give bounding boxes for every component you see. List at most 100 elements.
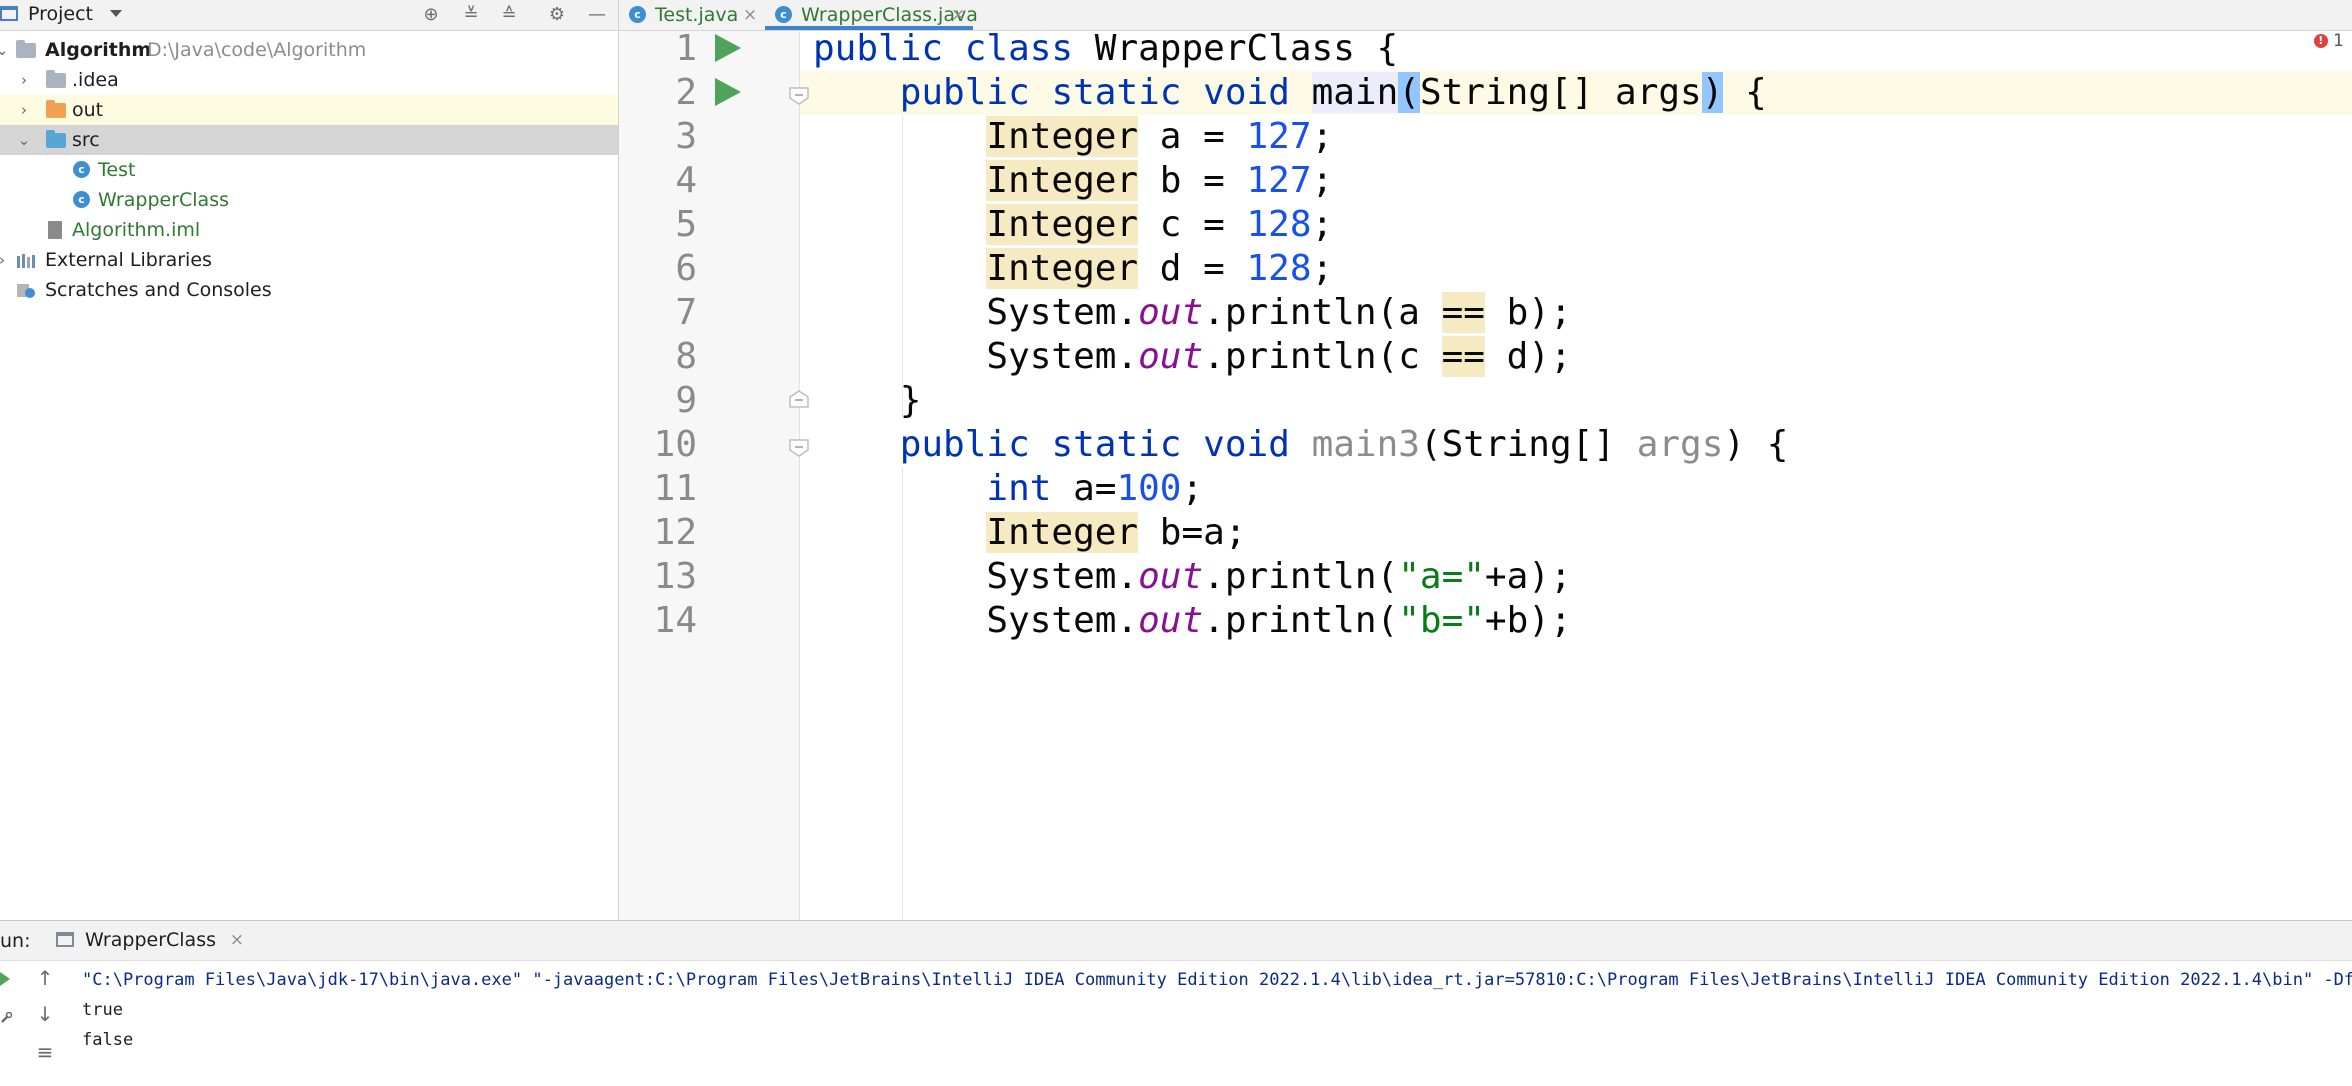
gear-icon[interactable]: ⚙ bbox=[546, 4, 568, 26]
code-token: ; bbox=[1311, 160, 1334, 201]
code-token: System. bbox=[813, 292, 1139, 333]
console-output[interactable]: "C:\Program Files\Java\jdk-17\bin\java.e… bbox=[82, 965, 2352, 1085]
project-panel-title[interactable]: Project bbox=[28, 3, 93, 25]
editor-tabs: c Test.java × c WrapperClass.java × bbox=[619, 0, 2352, 31]
rerun-icon[interactable] bbox=[0, 972, 10, 986]
code-token: +a); bbox=[1484, 556, 1572, 597]
line-number: 1 bbox=[675, 31, 697, 69]
java-class-icon: c bbox=[73, 191, 90, 208]
console-line: "C:\Program Files\Java\jdk-17\bin\java.e… bbox=[82, 970, 2352, 990]
fold-icon[interactable] bbox=[786, 84, 812, 106]
code-line[interactable]: public static void main(String[] args) { bbox=[813, 71, 1767, 115]
code-token-str: "b=" bbox=[1398, 600, 1485, 641]
collapse-all-icon[interactable]: ≙ bbox=[498, 4, 520, 26]
tree-item-idea[interactable]: › .idea bbox=[0, 65, 618, 95]
code-line[interactable]: } bbox=[813, 379, 922, 423]
run-icon[interactable] bbox=[715, 78, 741, 106]
code-token-num: 128 bbox=[1246, 204, 1312, 245]
code-line[interactable]: Integer b=a; bbox=[813, 511, 1246, 555]
code-token: System. bbox=[813, 600, 1139, 641]
tree-item-label: Test bbox=[98, 159, 136, 181]
close-icon[interactable]: × bbox=[951, 0, 965, 30]
console-icon bbox=[56, 932, 74, 947]
tab-wrapperclass-java[interactable]: c WrapperClass.java × bbox=[765, 0, 978, 30]
chevron-right-icon[interactable]: › bbox=[0, 245, 10, 275]
wrench-icon[interactable] bbox=[0, 1012, 12, 1024]
code-token: { bbox=[1723, 72, 1767, 113]
run-tab-wrapperclass[interactable]: WrapperClass × bbox=[52, 921, 244, 960]
code-token: ; bbox=[1311, 248, 1334, 289]
close-icon[interactable]: × bbox=[743, 0, 757, 30]
code-token: b = bbox=[1138, 160, 1247, 201]
line-number: 7 bbox=[675, 292, 697, 333]
expand-all-icon[interactable]: ≚ bbox=[460, 4, 482, 26]
fold-icon[interactable] bbox=[786, 389, 812, 411]
module-folder-icon bbox=[16, 40, 36, 58]
line-number: 6 bbox=[675, 248, 697, 289]
chevron-down-icon[interactable]: ⌄ bbox=[16, 125, 32, 155]
code-line[interactable]: public static void main3(String[] args) … bbox=[813, 423, 1789, 467]
code-token-num: 127 bbox=[1246, 160, 1312, 201]
tree-item-wrapperclass[interactable]: c WrapperClass bbox=[0, 185, 618, 215]
tree-item-test[interactable]: c Test bbox=[0, 155, 618, 185]
fold-icon[interactable] bbox=[786, 436, 812, 458]
tree-item-scratches[interactable]: Scratches and Consoles bbox=[0, 275, 618, 305]
code-token-typ-hl: == bbox=[1441, 336, 1485, 377]
code-token: +b); bbox=[1484, 600, 1572, 641]
tree-item-out[interactable]: › out bbox=[0, 95, 618, 125]
chevron-right-icon[interactable]: › bbox=[16, 95, 32, 125]
tree-item-label: Scratches and Consoles bbox=[45, 279, 272, 301]
code-token: a= bbox=[1051, 468, 1117, 509]
minimize-icon[interactable]: — bbox=[586, 4, 608, 26]
error-indicator[interactable]: ! 1 bbox=[2313, 31, 2344, 53]
java-class-icon: c bbox=[775, 6, 792, 23]
soft-wrap-icon[interactable]: ≡ bbox=[34, 1041, 56, 1063]
code-line[interactable]: public class WrapperClass { bbox=[813, 31, 1398, 71]
code-token: System. bbox=[813, 336, 1139, 377]
code-token: a = bbox=[1138, 116, 1247, 157]
code-line[interactable]: Integer a = 127; bbox=[813, 115, 1333, 159]
run-icon[interactable] bbox=[715, 34, 741, 62]
chevron-right-icon[interactable]: › bbox=[16, 65, 32, 95]
tree-item-src[interactable]: ⌄ src bbox=[0, 125, 618, 155]
arrow-up-icon[interactable]: ↑ bbox=[34, 967, 56, 989]
code-token-bm: ) bbox=[1701, 72, 1724, 113]
code-token-unused: args bbox=[1636, 424, 1724, 465]
close-icon[interactable]: × bbox=[230, 921, 244, 960]
code-token-num: 127 bbox=[1246, 116, 1312, 157]
code-line[interactable]: Integer d = 128; bbox=[813, 247, 1333, 291]
code-token-bm: ( bbox=[1398, 72, 1420, 113]
code-line[interactable]: System.out.println("b="+b); bbox=[813, 599, 1572, 643]
line-number: 14 bbox=[653, 600, 697, 641]
code-token-kw: void bbox=[1203, 72, 1290, 113]
code-token-typ-hl: Integer bbox=[986, 512, 1139, 553]
code-editor[interactable]: ! 1 1 2 3 4 5 6 7 8 9 10 11 12 13 14 pub… bbox=[619, 31, 2352, 920]
run-toolbar: ↑ ↓ ≡ bbox=[26, 965, 66, 1085]
tree-item-external-libraries[interactable]: › External Libraries bbox=[0, 245, 618, 275]
locate-icon[interactable]: ⊕ bbox=[420, 4, 442, 26]
tab-label: Test.java bbox=[655, 4, 739, 26]
code-line[interactable]: System.out.println(c == d); bbox=[813, 335, 1572, 379]
code-line[interactable]: System.out.println("a="+a); bbox=[813, 555, 1572, 599]
tab-test-java[interactable]: c Test.java × bbox=[619, 0, 765, 30]
tree-item-label: .idea bbox=[72, 69, 119, 91]
arrow-down-icon[interactable]: ↓ bbox=[34, 1003, 56, 1025]
line-number: 11 bbox=[653, 468, 697, 509]
code-line[interactable]: Integer c = 128; bbox=[813, 203, 1333, 247]
code-line[interactable]: int a=100; bbox=[813, 467, 1203, 511]
tree-item-path: D:\Java\code\Algorithm bbox=[147, 39, 367, 61]
chevron-down-icon[interactable] bbox=[110, 10, 122, 17]
code-line[interactable]: Integer b = 127; bbox=[813, 159, 1333, 203]
folder-icon bbox=[46, 70, 66, 88]
chevron-down-icon[interactable]: ⌄ bbox=[0, 35, 10, 65]
java-class-icon: c bbox=[73, 161, 90, 178]
code-line[interactable]: System.out.println(a == b); bbox=[813, 291, 1572, 335]
code-token: WrapperClass { bbox=[1073, 31, 1399, 69]
code-token: ; bbox=[1181, 468, 1204, 509]
tree-item-algorithm[interactable]: ⌄ Algorithm D:\Java\code\Algorithm bbox=[0, 35, 618, 65]
tree-item-algorithm-iml[interactable]: Algorithm.iml bbox=[0, 215, 618, 245]
